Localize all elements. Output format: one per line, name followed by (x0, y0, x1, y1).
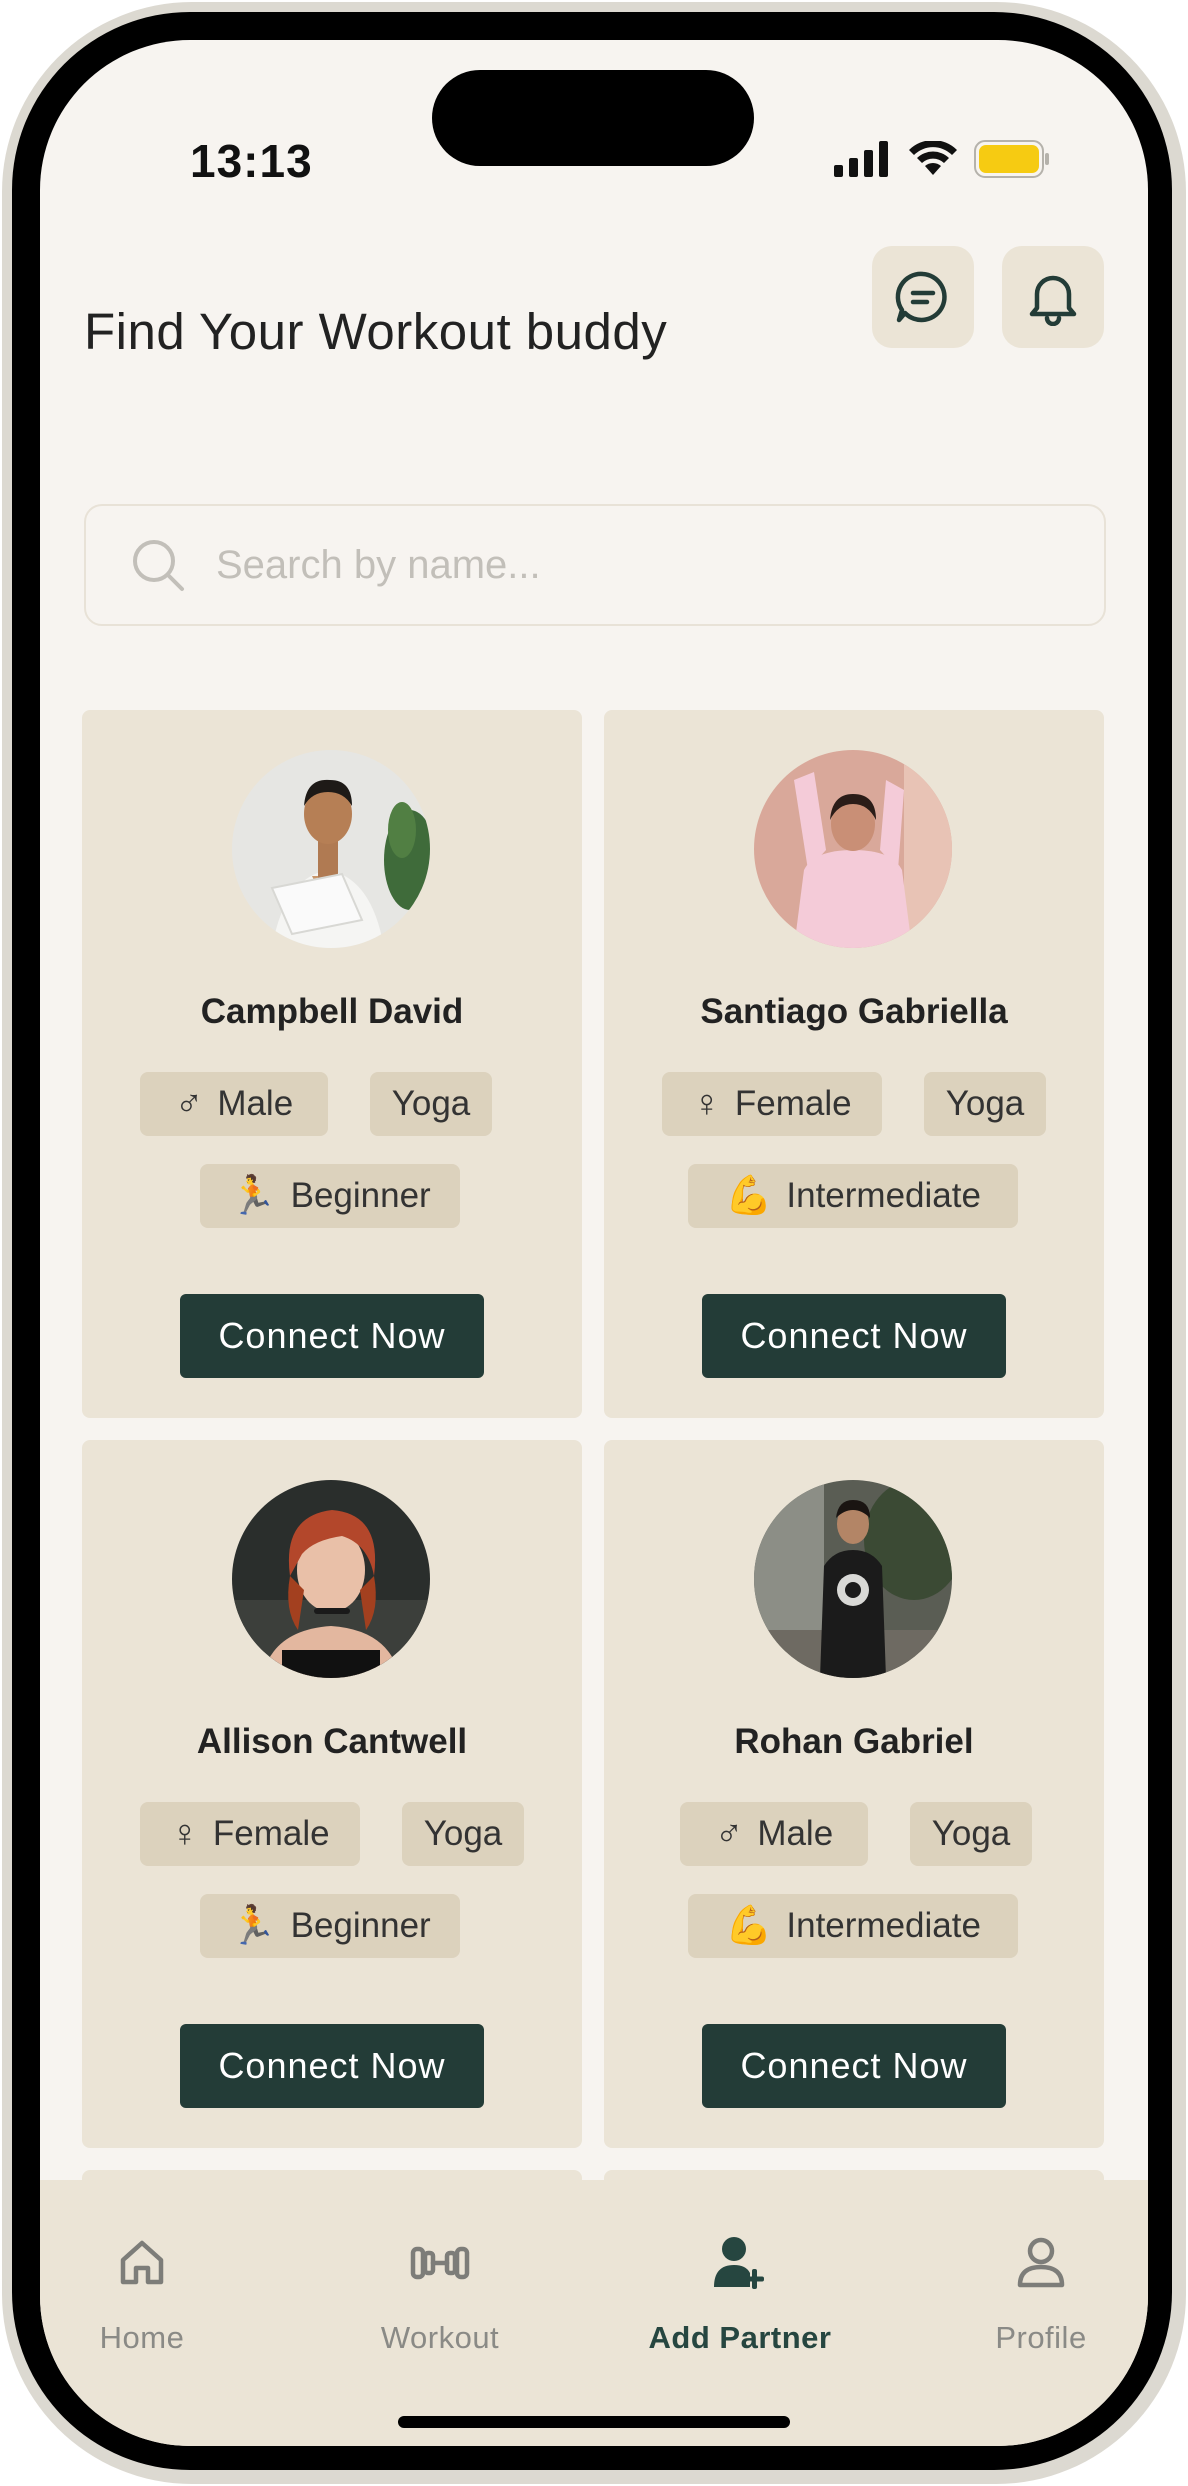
partner-card: Rohan Gabriel ♂ Male Yoga 💪 Intermediate… (604, 1440, 1104, 2148)
level-tag: 💪 Intermediate (688, 1164, 1018, 1228)
activity-tag: Yoga (370, 1072, 492, 1136)
connect-now-button[interactable]: Connect Now (702, 2024, 1006, 2108)
connect-now-button[interactable]: Connect Now (180, 2024, 484, 2108)
flexed-bicep-icon: 💪 (725, 1905, 773, 1947)
activity-tag: Yoga (402, 1802, 524, 1866)
partner-card: Allison Cantwell ♀ Female Yoga 🏃 Beginne… (82, 1440, 582, 2148)
tab-label: Profile (995, 2320, 1087, 2355)
male-icon: ♂ (174, 1083, 204, 1125)
battery-icon (974, 140, 1049, 178)
search-input[interactable] (216, 542, 1036, 588)
level-label: Beginner (290, 1176, 431, 1215)
gender-tag: ♂ Male (680, 1802, 868, 1866)
messages-button[interactable] (872, 246, 974, 348)
level-tag: 🏃 Beginner (200, 1164, 460, 1228)
tab-add-partner[interactable]: Add Partner (620, 2180, 860, 2380)
level-label: Beginner (290, 1906, 431, 1945)
gender-label: Male (217, 1084, 294, 1123)
tab-profile[interactable]: Profile (946, 2180, 1136, 2380)
gender-label: Male (757, 1814, 834, 1853)
status-icons (834, 140, 1050, 178)
level-label: Intermediate (786, 1906, 981, 1945)
flexed-bicep-icon: 💪 (725, 1175, 773, 1217)
status-bar: 13:13 (40, 40, 1148, 200)
signal-icon (834, 141, 888, 177)
running-icon: 🏃 (229, 1175, 277, 1217)
female-icon: ♀ (692, 1083, 721, 1125)
tab-label: Workout (380, 2320, 500, 2355)
tab-home[interactable]: Home (52, 2180, 232, 2380)
notifications-button[interactable] (1002, 246, 1104, 348)
avatar (754, 1480, 952, 1678)
gender-tag: ♂ Male (140, 1072, 328, 1136)
wifi-icon (909, 141, 957, 175)
tab-workout[interactable]: Workout (340, 2180, 540, 2380)
connect-now-button[interactable]: Connect Now (180, 1294, 484, 1378)
activity-tag: Yoga (910, 1802, 1032, 1866)
bottom-tab-bar: Home Workout Add Partner Profile (40, 2180, 1148, 2446)
male-icon: ♂ (714, 1813, 744, 1855)
activity-label: Yoga (931, 1814, 1011, 1853)
level-tag: 💪 Intermediate (688, 1894, 1018, 1958)
home-icon (117, 2232, 167, 2294)
home-indicator (398, 2416, 790, 2428)
female-icon: ♀ (170, 1813, 199, 1855)
user-icon (1016, 2232, 1066, 2294)
partner-card: Campbell David ♂ Male Yoga 🏃 Beginner Co… (82, 710, 582, 1418)
search-icon (133, 540, 184, 591)
activity-label: Yoga (945, 1084, 1025, 1123)
gender-label: Female (734, 1084, 852, 1123)
gender-label: Female (212, 1814, 330, 1853)
running-icon: 🏃 (229, 1905, 277, 1947)
page-title: Find Your Workout buddy (84, 303, 668, 360)
activity-label: Yoga (391, 1084, 471, 1123)
connect-now-button[interactable]: Connect Now (702, 1294, 1006, 1378)
chat-icon (895, 271, 947, 323)
activity-tag: Yoga (924, 1072, 1046, 1136)
bell-icon (1029, 275, 1077, 326)
avatar (754, 750, 952, 948)
partner-name: Rohan Gabriel (734, 1722, 974, 1761)
activity-label: Yoga (423, 1814, 503, 1853)
partner-name: Campbell David (200, 992, 464, 1031)
avatar (232, 750, 430, 948)
avatar (232, 1480, 430, 1678)
add-user-icon (712, 2232, 768, 2294)
dumbbell-icon (409, 2232, 471, 2294)
partner-card: Santiago Gabriella ♀ Female Yoga 💪 Inter… (604, 710, 1104, 1418)
partner-name: Santiago Gabriella (700, 992, 1008, 1031)
dynamic-island (432, 70, 754, 166)
app-screen: 13:13 Find Your Workout buddy Search by … (40, 40, 1148, 2446)
level-tag: 🏃 Beginner (200, 1894, 460, 1958)
partner-name: Allison Cantwell (196, 1722, 468, 1761)
search-bar[interactable] (84, 504, 1106, 626)
level-label: Intermediate (786, 1176, 981, 1215)
tab-label: Home (99, 2320, 185, 2355)
gender-tag: ♀ Female (662, 1072, 882, 1136)
status-time: 13:13 (190, 135, 313, 187)
gender-tag: ♀ Female (140, 1802, 360, 1866)
tab-label: Add Partner (648, 2320, 832, 2355)
